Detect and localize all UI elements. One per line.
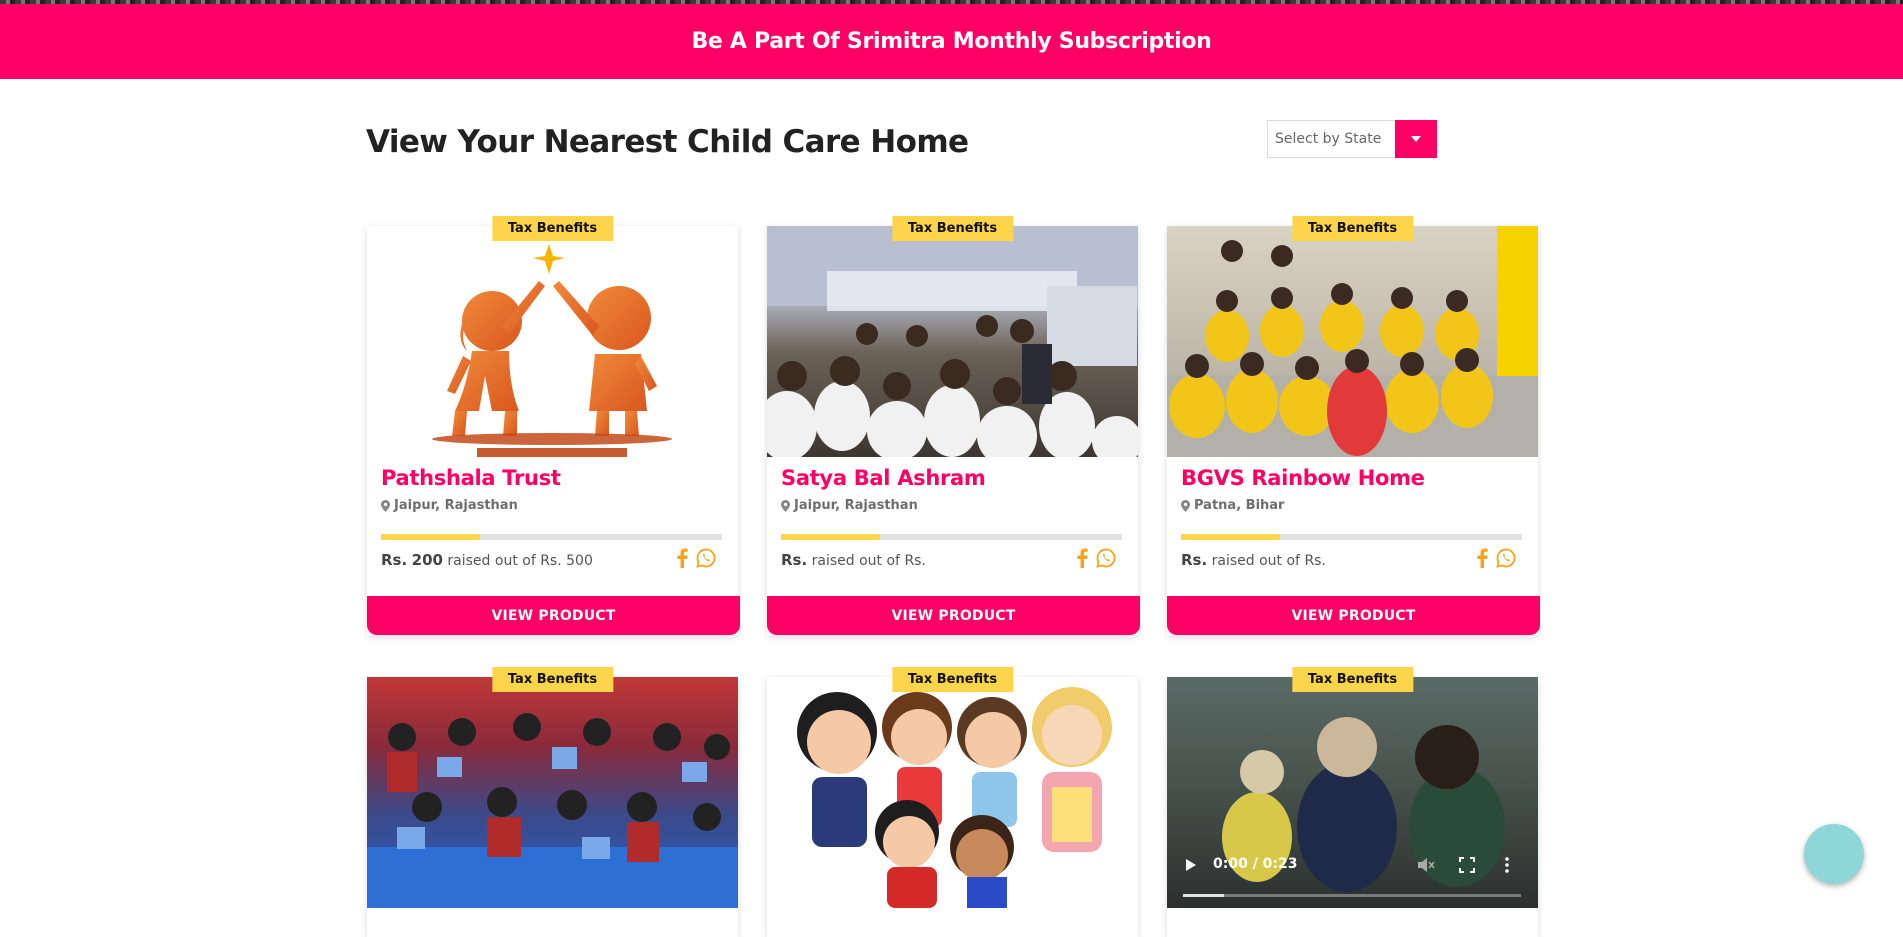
funding-progress-bar <box>381 534 722 540</box>
home-card-pathshala: Tax Benefits Pathshala Trust Jaipur, Raj… <box>367 216 740 635</box>
subscription-banner-text: Be A Part Of Srimitra Monthly Subscripti… <box>691 29 1212 54</box>
card-location-text: Patna, Bihar <box>1194 498 1285 513</box>
video-progress-played <box>1183 894 1224 897</box>
tax-benefits-badge: Tax Benefits <box>491 667 614 692</box>
card-location-text: Jaipur, Rajasthan <box>394 498 518 513</box>
raised-out-of-label: raised out of <box>447 553 536 569</box>
more-options-icon[interactable] <box>1505 857 1509 873</box>
view-product-button[interactable]: VIEW PRODUCT <box>367 596 740 635</box>
view-product-button[interactable]: VIEW PRODUCT <box>1167 596 1540 635</box>
children-with-books-photo <box>367 713 738 908</box>
map-marker-icon <box>381 499 390 512</box>
currency-label: Rs. <box>381 551 408 569</box>
map-marker-icon <box>1181 499 1190 512</box>
map-marker-icon <box>781 499 790 512</box>
home-card-bgvs-rainbow: Tax Benefits BGVS Rainbow Home Patna, Bi… <box>1167 216 1540 635</box>
tax-benefits-badge: Tax Benefits <box>891 667 1014 692</box>
whatsapp-icon[interactable] <box>1096 548 1116 568</box>
goal-amount: Rs. <box>904 553 926 569</box>
funding-progress-fill <box>381 534 480 540</box>
subscription-banner[interactable]: Be A Part Of Srimitra Monthly Subscripti… <box>0 4 1903 79</box>
play-icon[interactable] <box>1185 858 1197 872</box>
page-title: View Your Nearest Child Care Home <box>366 124 969 160</box>
funding-raised-text: Rs. 200 raised out of Rs. 500 <box>381 551 593 569</box>
fullscreen-icon[interactable] <box>1459 857 1475 873</box>
raised-out-of-label: raised out of <box>811 553 900 569</box>
card-title[interactable]: BGVS Rainbow Home <box>1181 466 1425 490</box>
tax-benefits-badge: Tax Benefits <box>491 216 614 241</box>
facebook-icon[interactable] <box>676 548 688 568</box>
state-select-dropdown-button[interactable] <box>1395 120 1437 158</box>
card-image[interactable] <box>367 677 738 908</box>
raised-out-of-label: raised out of <box>1211 553 1300 569</box>
exhibition-crowd-photo <box>767 226 1138 457</box>
card-title[interactable]: Pathshala Trust <box>381 466 561 490</box>
home-card-satya-bal-ashram: Tax Benefits Satya Bal Ashram Jaipur, Ra… <box>767 216 1140 635</box>
tax-benefits-badge: Tax Benefits <box>891 216 1014 241</box>
funding-progress-bar <box>1181 534 1522 540</box>
share-icons <box>1476 548 1516 568</box>
card-image[interactable] <box>367 226 738 457</box>
state-select-field[interactable]: Select by State <box>1267 120 1395 158</box>
funding-progress-bar <box>781 534 1122 540</box>
facebook-icon[interactable] <box>1476 548 1488 568</box>
group-photo <box>1167 226 1538 457</box>
funding-progress-fill <box>781 534 880 540</box>
raised-amount: 200 <box>411 551 443 569</box>
video-progress-track[interactable] <box>1183 894 1521 897</box>
video-time: 0:00 / 0:23 <box>1213 856 1298 872</box>
currency-label: Rs. <box>781 551 808 569</box>
currency-label: Rs. <box>1181 551 1208 569</box>
whatsapp-icon[interactable] <box>1496 548 1516 568</box>
mute-icon[interactable] <box>1417 857 1435 873</box>
tax-benefits-badge: Tax Benefits <box>1291 667 1414 692</box>
card-location: Jaipur, Rajasthan <box>781 498 918 513</box>
chat-widget-button[interactable] <box>1804 824 1864 884</box>
funding-raised-text: Rs. raised out of Rs. <box>781 551 926 569</box>
whatsapp-icon[interactable] <box>696 548 716 568</box>
funding-progress-fill <box>1181 534 1280 540</box>
card-location-text: Jaipur, Rajasthan <box>794 498 918 513</box>
card-image[interactable] <box>767 677 1138 908</box>
facebook-icon[interactable] <box>1076 548 1088 568</box>
home-card-5: Tax Benefits <box>767 667 1138 937</box>
card-image[interactable] <box>767 226 1138 457</box>
caret-down-icon <box>1411 136 1421 142</box>
home-card-4: Tax Benefits <box>367 667 738 937</box>
cartoon-kids-illustration <box>797 687 1112 908</box>
pathshala-logo-image <box>432 244 672 457</box>
card-location: Jaipur, Rajasthan <box>381 498 518 513</box>
state-select[interactable]: Select by State <box>1267 120 1437 158</box>
goal-amount: Rs. 500 <box>540 553 593 569</box>
home-card-6-video: Tax Benefits 0:00 / 0:23 <box>1167 667 1538 937</box>
tax-benefits-badge: Tax Benefits <box>1291 216 1414 241</box>
share-icons <box>676 548 716 568</box>
card-title[interactable]: Satya Bal Ashram <box>781 466 986 490</box>
goal-amount: Rs. <box>1304 553 1326 569</box>
video-player[interactable]: 0:00 / 0:23 <box>1167 677 1538 908</box>
card-image[interactable] <box>1167 226 1538 457</box>
view-product-button[interactable]: VIEW PRODUCT <box>767 596 1140 635</box>
funding-raised-text: Rs. raised out of Rs. <box>1181 551 1326 569</box>
card-location: Patna, Bihar <box>1181 498 1284 513</box>
video-controls: 0:00 / 0:23 <box>1167 848 1538 908</box>
share-icons <box>1076 548 1116 568</box>
